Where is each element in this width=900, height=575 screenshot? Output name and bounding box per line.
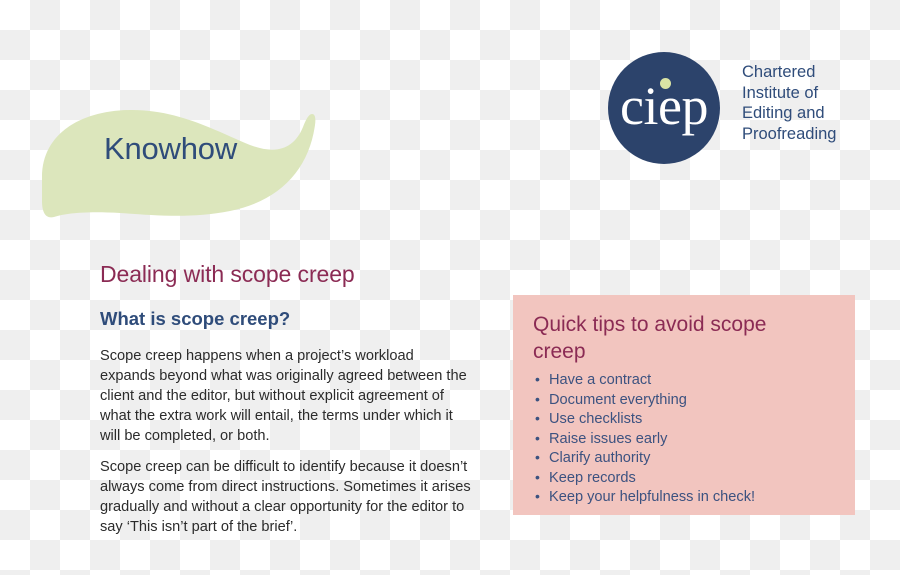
knowhow-banner: Knowhow [40, 105, 325, 220]
knowhow-label: Knowhow [104, 131, 238, 166]
quick-tips-panel: Quick tips to avoid scope creep Have a c… [513, 295, 855, 515]
organisation-name: Chartered Institute of Editing and Proof… [742, 62, 836, 144]
list-item: Have a contract [533, 370, 835, 391]
list-item: Keep your helpfulness in check! [533, 487, 835, 508]
quick-tips-heading: Quick tips to avoid scope creep [533, 313, 767, 363]
poster-canvas: ciep Chartered Institute of Editing and … [0, 0, 900, 575]
organisation-name-line-3: Editing and [742, 104, 825, 122]
organisation-name-line-1: Chartered [742, 63, 816, 81]
list-item: Keep records [533, 468, 835, 489]
quick-tips-list: Have a contract Document everything Use … [533, 370, 835, 508]
page-title: Dealing with scope creep [100, 261, 355, 288]
body-paragraph: Scope creep can be difficult to identify… [100, 458, 471, 535]
green-dot-icon [660, 78, 671, 89]
body-paragraph: Scope creep happens when a project’s wor… [100, 347, 467, 444]
logo-wordmark-text: ciep [620, 76, 708, 136]
list-item: Clarify authority [533, 448, 835, 469]
ciep-logo: ciep Chartered Institute of Editing and … [608, 52, 878, 167]
list-item: Document everything [533, 390, 835, 411]
organisation-name-line-4: Proofreading [742, 124, 837, 143]
organisation-name-line-2: Institute of [742, 83, 819, 102]
section-heading: What is scope creep? [100, 308, 291, 330]
list-item: Use checklists [533, 409, 835, 430]
list-item: Raise issues early [533, 429, 835, 450]
